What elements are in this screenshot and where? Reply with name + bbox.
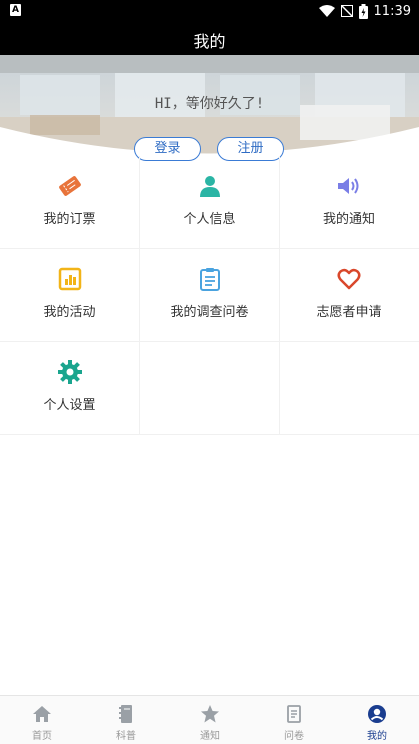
bottom-tab-bar: 首页 科普 通知 问卷 我的: [0, 695, 419, 744]
tab-label: 科普: [116, 731, 136, 742]
tab-science[interactable]: 科普: [84, 696, 168, 744]
menu-item-my-surveys[interactable]: 我的调查问卷: [140, 249, 280, 342]
wifi-icon: [318, 5, 335, 17]
menu-item-volunteer-application[interactable]: 志愿者申请: [279, 249, 419, 342]
clock: 11:39: [373, 3, 411, 19]
tab-label: 首页: [32, 731, 52, 742]
menu-item-label: 我的订票: [43, 212, 96, 227]
profile-icon: [368, 705, 386, 723]
no-signal-icon: [340, 5, 353, 17]
menu-item-label: 个人信息: [183, 212, 236, 227]
heart-icon: [337, 268, 361, 290]
menu-item-label: 我的调查问卷: [170, 305, 249, 320]
profile-header: HI，等你好久了!: [0, 55, 419, 160]
document-icon: [287, 705, 301, 723]
menu-item-label: 个人设置: [43, 398, 96, 413]
book-icon: [119, 705, 132, 723]
menu-item-my-tickets[interactable]: 我的订票: [0, 156, 140, 249]
tab-mine[interactable]: 我的: [335, 696, 419, 744]
clipboard-icon: [199, 268, 220, 291]
status-icons: 11:39: [318, 3, 411, 19]
bar-chart-icon: [58, 267, 81, 291]
star-icon: [201, 705, 219, 723]
menu-item-label: 志愿者申请: [316, 305, 382, 320]
greeting-text: HI，等你好久了!: [154, 96, 265, 112]
person-icon: [199, 176, 220, 197]
tab-home[interactable]: 首页: [0, 696, 84, 744]
battery-icon: [358, 3, 368, 19]
tab-notifications[interactable]: 通知: [168, 696, 252, 744]
home-icon: [33, 706, 51, 722]
tab-label: 通知: [200, 731, 220, 742]
menu-item-my-notifications[interactable]: 我的通知: [279, 156, 419, 249]
page-title: 我的: [193, 32, 226, 51]
menu-item-personal-info[interactable]: 个人信息: [140, 156, 280, 249]
ticket-icon: [58, 176, 81, 196]
menu-item-label: 我的活动: [43, 305, 96, 320]
tab-surveys[interactable]: 问卷: [252, 696, 336, 744]
speaker-icon: [338, 178, 359, 194]
menu-empty-cell: [140, 342, 280, 435]
menu-item-my-activities[interactable]: 我的活动: [0, 249, 140, 342]
notification-icon: A: [10, 4, 21, 16]
tab-label: 问卷: [284, 731, 304, 742]
status-bar: A 11:39: [0, 0, 419, 22]
tab-label: 我的: [367, 731, 387, 742]
title-bar: 我的: [0, 22, 419, 55]
menu-empty-cell: [279, 342, 419, 435]
menu-item-personal-settings[interactable]: 个人设置: [0, 342, 140, 435]
menu-item-label: 我的通知: [322, 212, 375, 227]
gear-icon: [57, 360, 82, 384]
